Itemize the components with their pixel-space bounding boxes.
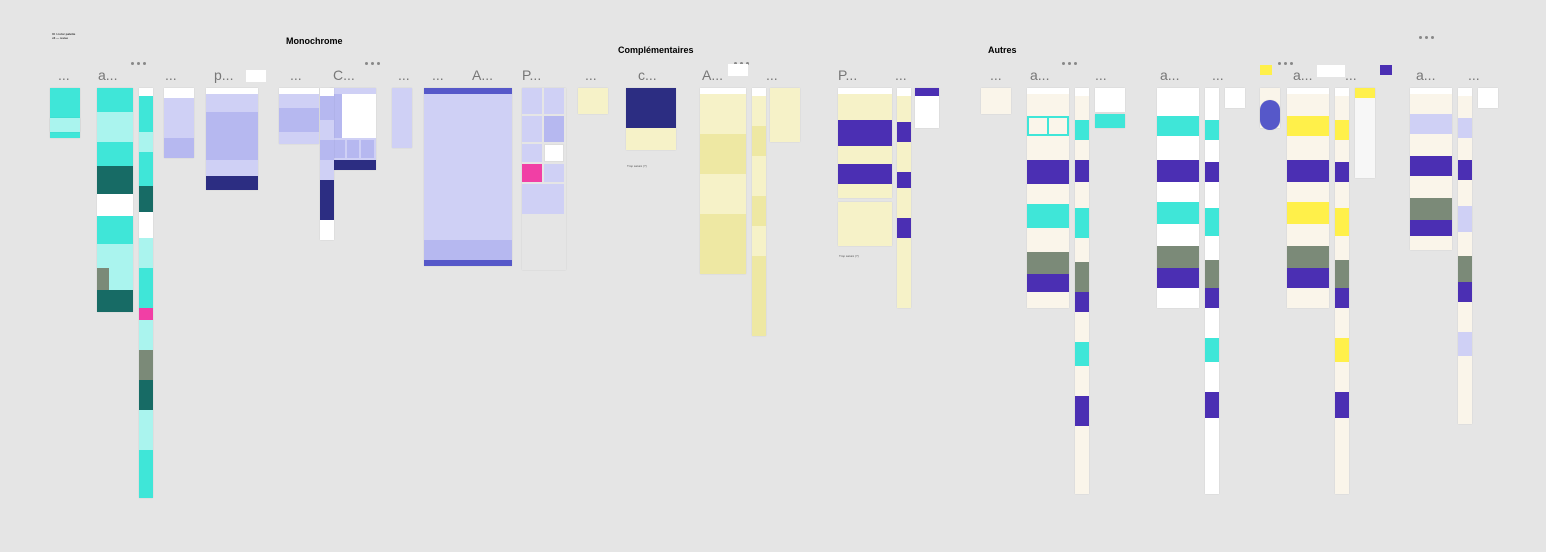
frame-a4c[interactable] [1225, 88, 1245, 108]
col-label: ... [1212, 67, 1252, 83]
col-label: a... [1416, 67, 1456, 83]
section-title-compl: Complémentaires [618, 45, 694, 55]
section-title-autres: Autres [988, 45, 1017, 55]
frame-m1-b[interactable] [50, 118, 80, 132]
col-label: ... [1468, 67, 1508, 83]
frame-m6-mobile[interactable] [320, 88, 334, 240]
frame-a8[interactable] [1478, 88, 1498, 108]
col-label: ... [58, 67, 98, 83]
frame-m8-article[interactable] [424, 88, 512, 266]
frame-m2-mobile[interactable] [139, 88, 153, 498]
col-label: ... [432, 67, 472, 83]
col-label: a... [1030, 67, 1070, 83]
figma-canvas[interactable]: { "meta": { "blurb": "UI / color\npalett… [0, 0, 1546, 552]
col-label: ... [895, 67, 935, 83]
frame-m9-comps[interactable] [522, 88, 566, 270]
col-label: ... [165, 67, 205, 83]
frame-chip[interactable] [728, 64, 748, 76]
frame-c3-accueil[interactable] [700, 88, 746, 274]
col-label: ... [766, 67, 806, 83]
col-label: C... [333, 67, 373, 83]
caption-trop1: Trop saturé (?) [627, 164, 647, 168]
ellipsis-icon [365, 62, 380, 65]
col-label: A... [472, 67, 512, 83]
col-label: P... [838, 67, 878, 83]
frame-c1[interactable] [578, 88, 608, 114]
col-label: ... [290, 67, 330, 83]
frame-m6-chat[interactable] [330, 88, 376, 170]
col-label: c... [638, 67, 678, 83]
frame-a5-bubble[interactable] [1260, 100, 1280, 130]
frame-chip-yellow[interactable] [1260, 65, 1272, 75]
frame-c6-mobile[interactable] [897, 88, 911, 308]
frame-a1[interactable] [981, 88, 1011, 114]
frame-a5-accueil[interactable] [1287, 88, 1329, 308]
section-title-monochrome: Monochrome [286, 36, 343, 46]
frame-chip-indigo[interactable] [1380, 65, 1392, 75]
frame-a7-mobile[interactable] [1458, 88, 1472, 424]
frame-a4-mobile[interactable] [1205, 88, 1219, 494]
col-label: a... [98, 67, 138, 83]
page-meta: UI / color palette v3 — revue [52, 33, 78, 41]
col-label: P... [522, 67, 562, 83]
frame-m3[interactable] [164, 88, 194, 158]
frame-m4-profil[interactable] [206, 88, 258, 190]
col-label: ... [990, 67, 1030, 83]
frame-m7[interactable] [392, 88, 412, 148]
col-label: ... [585, 67, 625, 83]
col-label: ... [1345, 67, 1385, 83]
frame-c2[interactable] [626, 88, 676, 150]
frame-c5-profil[interactable] [838, 88, 892, 198]
frame-c4[interactable] [770, 88, 800, 142]
col-label: a... [1160, 67, 1200, 83]
ellipsis-icon [1062, 62, 1077, 65]
frame-a3[interactable] [1095, 88, 1125, 112]
ellipsis-icon [1419, 36, 1434, 39]
frame-chip2[interactable] [1317, 65, 1345, 77]
frame-a2-accueil[interactable] [1027, 88, 1069, 308]
caption-trop2: Trop saturé (?) [839, 254, 859, 258]
frame-c5b[interactable] [838, 202, 892, 246]
frame-m5[interactable] [279, 88, 319, 144]
frame-m2-accueil[interactable] [97, 88, 133, 312]
ellipsis-icon [1278, 62, 1293, 65]
frame-a6-card[interactable] [1355, 88, 1375, 178]
frame-a2-mobile[interactable] [1075, 88, 1089, 494]
frame-c6-card[interactable] [915, 88, 939, 128]
frame-a5-mobile[interactable] [1335, 88, 1349, 494]
frame-a7-accueil[interactable] [1410, 88, 1452, 250]
frame-search-mini[interactable] [246, 70, 266, 82]
col-label: ... [1095, 67, 1135, 83]
frame-c3-mobile[interactable] [752, 88, 766, 336]
frame-a3b[interactable] [1095, 114, 1125, 128]
frame-a4-accueil[interactable] [1157, 88, 1199, 308]
ellipsis-icon [131, 62, 146, 65]
